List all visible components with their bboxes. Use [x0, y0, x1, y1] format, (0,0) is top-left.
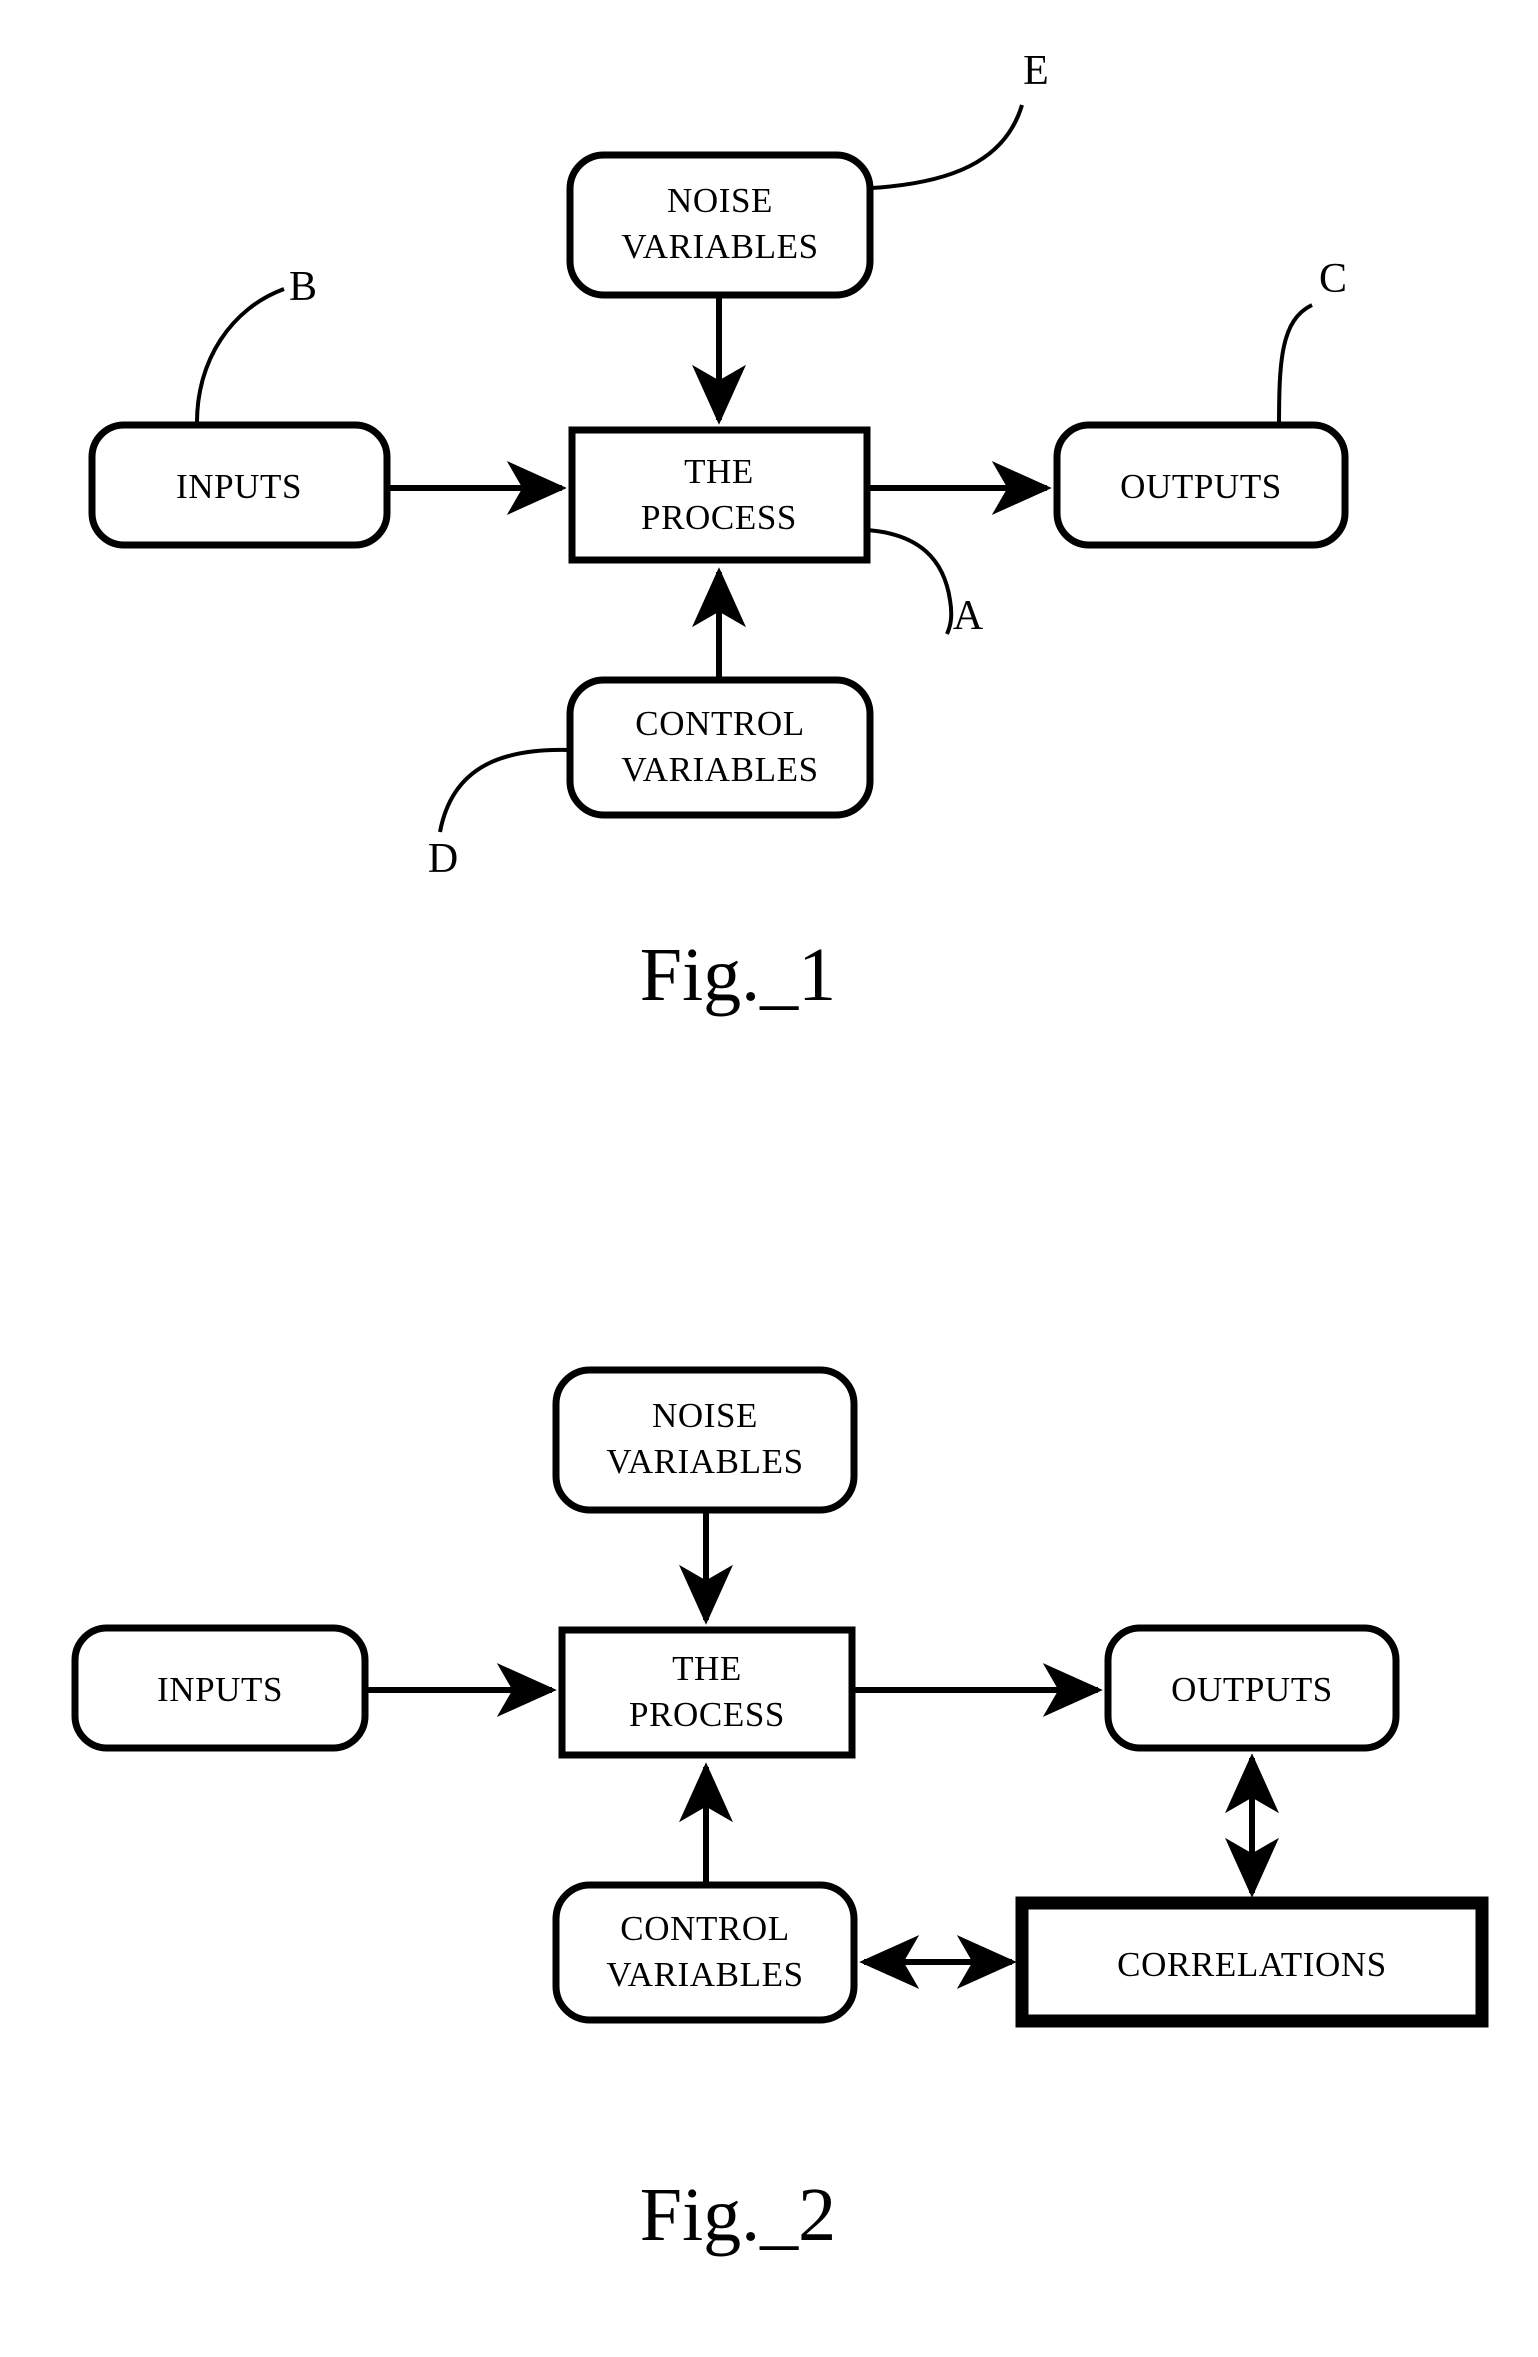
fig1-process-line1: THE	[684, 452, 754, 491]
figure-1: NOISE VARIABLES INPUTS THE PROCESS OUTPU…	[88, 48, 1349, 1017]
fig1-leader-b	[194, 287, 285, 426]
fig2-process-box: THE PROCESS	[558, 1626, 856, 1759]
fig1-ref-label-a: A	[953, 593, 984, 639]
fig1-process-box: THE PROCESS	[568, 426, 871, 564]
fig2-noise-variables-shape	[552, 1366, 858, 1514]
drawing-sheet: NOISE VARIABLES INPUTS THE PROCESS OUTPU…	[0, 0, 1538, 2357]
fig2-correlations-box: CORRELATIONS	[1015, 1896, 1489, 2028]
fig1-inputs-box: INPUTS	[88, 421, 391, 549]
fig2-caption: Fig._2	[640, 2173, 836, 2257]
fig1-control-variables-line2: VARIABLES	[621, 750, 818, 789]
fig2-process-line1: THE	[672, 1649, 742, 1688]
fig2-correlations-label: CORRELATIONS	[1117, 1945, 1387, 1984]
fig1-ref-label-d: D	[428, 836, 458, 882]
fig1-leader-d	[438, 747, 571, 833]
fig2-outputs-label: OUTPUTS	[1171, 1670, 1333, 1709]
fig1-noise-variables-shape	[566, 151, 874, 299]
fig1-caption: Fig._1	[640, 933, 836, 1017]
fig1-leader-c	[1277, 303, 1313, 429]
fig2-control-variables-shape	[552, 1881, 858, 2024]
fig1-control-variables-shape	[566, 676, 874, 819]
fig1-outputs-label: OUTPUTS	[1120, 467, 1282, 506]
fig1-noise-variables-line2: VARIABLES	[621, 227, 818, 266]
fig1-noise-variables-box: NOISE VARIABLES	[566, 151, 874, 299]
fig2-process-line2: PROCESS	[629, 1695, 785, 1734]
fig1-leader-e	[871, 104, 1024, 190]
fig1-inputs-label: INPUTS	[176, 467, 302, 506]
fig1-control-variables-box: CONTROL VARIABLES	[566, 676, 874, 819]
fig1-process-shape	[568, 426, 871, 564]
fig2-inputs-label: INPUTS	[157, 1670, 283, 1709]
fig1-process-line2: PROCESS	[641, 498, 797, 537]
fig2-noise-variables-box: NOISE VARIABLES	[552, 1366, 858, 1514]
fig2-noise-variables-line2: VARIABLES	[606, 1442, 803, 1481]
fig2-control-variables-line2: VARIABLES	[606, 1955, 803, 1994]
fig1-noise-variables-line1: NOISE	[667, 181, 773, 220]
fig1-ref-label-e: E	[1023, 48, 1049, 94]
fig1-ref-label-c: C	[1319, 256, 1347, 302]
fig2-noise-variables-line1: NOISE	[652, 1396, 758, 1435]
fig1-leader-a	[866, 528, 954, 635]
fig2-outputs-box: OUTPUTS	[1104, 1624, 1400, 1752]
fig1-control-variables-line1: CONTROL	[635, 704, 804, 743]
figure-2: NOISE VARIABLES INPUTS THE PROCESS OUTPU…	[71, 1366, 1489, 2257]
fig2-inputs-box: INPUTS	[71, 1624, 369, 1752]
fig1-ref-label-b: B	[289, 264, 317, 310]
fig2-control-variables-box: CONTROL VARIABLES	[552, 1881, 858, 2024]
fig2-control-variables-line1: CONTROL	[620, 1909, 789, 1948]
fig1-outputs-box: OUTPUTS	[1053, 421, 1349, 549]
